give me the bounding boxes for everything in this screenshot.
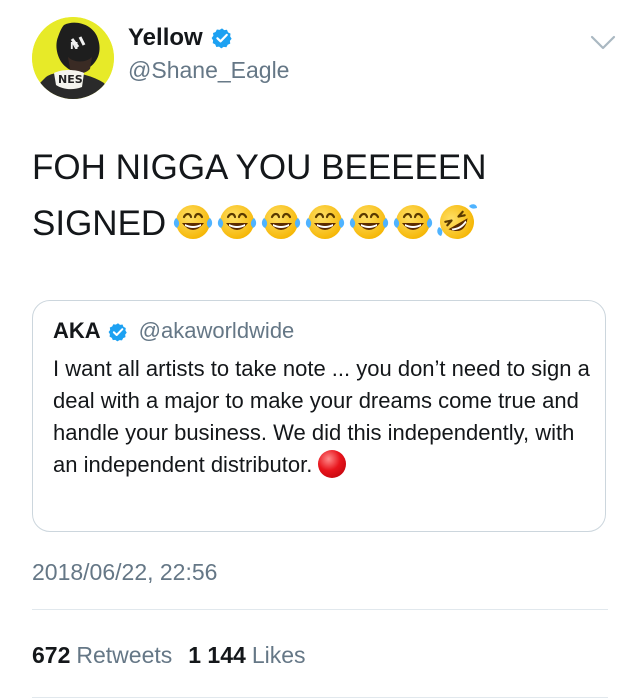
- tweet-emoji-row: [172, 201, 478, 243]
- svg-text:NES: NES: [58, 73, 83, 86]
- verified-badge-icon: [211, 27, 233, 49]
- author-handle[interactable]: @Shane_Eagle: [128, 56, 289, 84]
- face-with-tears-of-joy-icon: [350, 205, 389, 239]
- quoted-handle: @akaworldwide: [138, 318, 295, 343]
- svg-text:N: N: [70, 41, 78, 52]
- divider: [32, 609, 608, 610]
- face-with-tears-of-joy-icon: [306, 205, 345, 239]
- tweet-stats: 672 Retweets 1 144 Likes: [32, 641, 306, 669]
- retweets-stat[interactable]: 672 Retweets: [32, 641, 172, 669]
- tweet-timestamp[interactable]: 2018/06/22, 22:56: [32, 558, 217, 586]
- quoted-tweet-card[interactable]: AKA @akaworldwide I want all artists to …: [32, 300, 606, 532]
- large-red-circle-icon: [318, 450, 347, 478]
- divider: [32, 697, 608, 698]
- tweet-header: NES N Yellow @Shane_Eagle: [32, 17, 622, 101]
- likes-stat[interactable]: 1 144 Likes: [188, 641, 305, 669]
- author-display-name[interactable]: Yellow: [128, 24, 203, 52]
- face-with-tears-of-joy-icon: [218, 205, 257, 239]
- quoted-tweet-header: AKA @akaworldwide: [53, 317, 294, 345]
- author-name-row: Yellow: [128, 24, 233, 52]
- quoted-display-name: AKA: [53, 318, 101, 343]
- face-with-tears-of-joy-icon: [394, 205, 433, 239]
- likes-label: Likes: [251, 642, 306, 668]
- avatar-image: NES N: [32, 17, 114, 99]
- verified-badge-icon: [108, 321, 128, 342]
- likes-count: 1 144: [188, 642, 246, 668]
- face-with-tears-of-joy-icon: [262, 205, 301, 239]
- avatar[interactable]: NES N: [32, 17, 114, 99]
- face-with-tears-of-joy-icon: [174, 205, 213, 239]
- retweets-label: Retweets: [76, 642, 173, 668]
- rolling-on-floor-laughing-icon: [437, 204, 478, 239]
- retweets-count: 672: [32, 642, 71, 668]
- tweet-text: FOH NIGGA YOU BEEEEEN SIGNED: [32, 140, 612, 252]
- quoted-tweet-text: I want all artists to take note ... you …: [53, 353, 593, 481]
- chevron-down-icon[interactable]: [590, 33, 616, 53]
